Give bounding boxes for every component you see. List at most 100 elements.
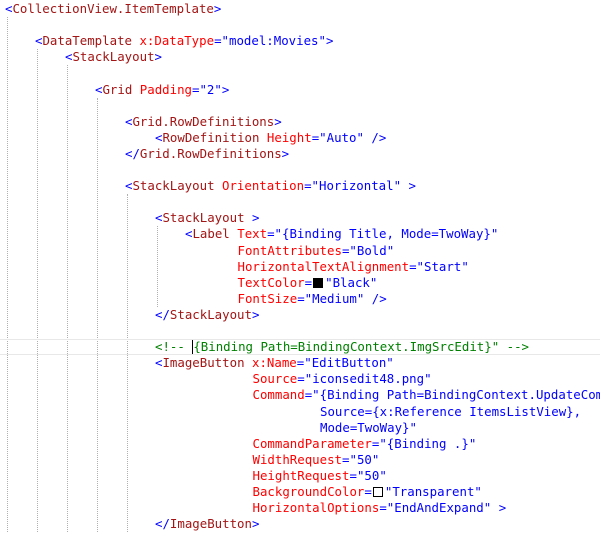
code-token-attribute: Padding — [139, 81, 192, 97]
code-token-attribute: x:DataType — [139, 33, 215, 49]
color-swatch — [372, 487, 383, 497]
code-line-current[interactable]: <!-- {Binding Path=BindingContext.ImgSrc… — [0, 339, 600, 356]
code-token-punct: > — [154, 49, 162, 65]
code-token-attribute: TextColor — [237, 274, 305, 290]
code-line[interactable]: <StackLayout > — [0, 210, 259, 226]
code-token-punct: </ — [125, 145, 140, 161]
code-line[interactable]: </Grid.RowDefinitions> — [0, 146, 289, 162]
code-token-attribute: x:Name — [252, 355, 297, 371]
code-line[interactable]: HorizontalOptions="EndAndExpand" > — [0, 500, 507, 516]
code-token-element: ImageButton — [162, 355, 245, 371]
code-token-element: Grid.RowDefinitions — [132, 113, 275, 129]
code-token-punct: > — [213, 1, 222, 16]
code-token-value: Medium — [312, 290, 357, 306]
code-token-element: Grid.RowDefinitions — [139, 145, 282, 161]
code-token-punct: > — [281, 145, 290, 161]
code-token-punct: > — [244, 210, 260, 226]
code-token-punct: " — [424, 371, 432, 387]
code-line[interactable]: HeightRequest="50" — [0, 468, 387, 484]
code-token-value: model:Movies — [229, 33, 319, 49]
code-token-punct: " — [386, 355, 394, 371]
code-token-attribute: Source — [252, 371, 298, 387]
code-token-punct: " — [409, 419, 417, 435]
code-line[interactable]: WidthRequest="50" — [0, 451, 380, 468]
code-token-value: 50 — [364, 467, 380, 483]
code-line[interactable]: </StackLayout> — [0, 307, 259, 323]
code-token-value: EditButton — [311, 355, 387, 371]
code-line[interactable]: TextColor= "Black" — [0, 274, 378, 291]
code-editor[interactable]: <CollectionView.ItemTemplate> <DataTempla… — [0, 0, 600, 534]
code-line[interactable]: <Grid.RowDefinitions> — [0, 114, 282, 130]
code-token-element: DataTemplate — [42, 33, 132, 49]
code-token-punct: " — [371, 451, 380, 467]
code-token-attribute: FontSize — [237, 290, 298, 306]
code-line[interactable]: <ImageButton x:Name="EditButton" — [0, 355, 394, 371]
code-token-value: Bold — [356, 242, 387, 258]
code-token-punct: =" — [341, 242, 357, 258]
code-line[interactable] — [0, 17, 5, 33]
code-token-punct: " /> — [356, 290, 387, 306]
code-token-punct: =" — [349, 467, 365, 483]
code-token-punct: " — [468, 435, 477, 451]
code-token-punct: =" — [342, 451, 357, 467]
code-line[interactable] — [0, 194, 5, 210]
code-line[interactable]: <StackLayout> — [0, 49, 162, 65]
code-token-attribute: HorizontalOptions — [252, 500, 380, 516]
code-token-punct: > — [251, 306, 260, 322]
code-token-value: {Binding .} — [386, 435, 469, 451]
code-token-punct: =" — [267, 226, 283, 242]
code-token-element: ImageButton — [169, 516, 252, 532]
code-token-punct: =" — [304, 387, 320, 403]
code-line[interactable]: <Label Text="{Binding Title, Mode=TwoWay… — [0, 226, 498, 242]
code-token-element: StackLayout — [132, 178, 215, 194]
code-token-element: StackLayout — [162, 210, 245, 226]
code-token-punct: " — [386, 242, 395, 258]
code-token-value: Start — [424, 258, 462, 274]
code-line[interactable]: BackgroundColor= "Transparent" — [0, 484, 482, 500]
code-line[interactable]: Source={x:Reference ItemsListView}, — [0, 404, 581, 420]
code-line[interactable]: Source="iconsedit48.png" — [0, 371, 432, 387]
code-line[interactable]: FontSize="Medium" /> — [0, 291, 387, 307]
code-token-value: Black — [332, 274, 370, 290]
code-token-punct: =" — [409, 258, 424, 274]
code-line[interactable]: Command="{Binding Path=BindingContext.Up… — [0, 387, 600, 403]
code-token-punct: =" — [214, 33, 229, 49]
code-token-element: CollectionView.ItemTemplate — [12, 1, 214, 16]
code-line[interactable]: <StackLayout Orientation="Horizontal" > — [0, 178, 416, 194]
code-token-punct: =" — [297, 371, 313, 387]
code-token-punct: " — [461, 258, 469, 274]
code-line[interactable]: CommandParameter="{Binding .}" — [0, 435, 477, 452]
code-token-punct: =" — [311, 129, 327, 145]
code-line[interactable] — [0, 323, 5, 339]
code-token-attribute: Orientation — [222, 178, 305, 194]
code-token-value: EndAndExpand — [394, 500, 484, 516]
code-line[interactable]: Mode=TwoWay}" — [0, 420, 417, 436]
code-token-value: 50 — [356, 451, 372, 467]
code-token-attribute: Command — [252, 387, 305, 403]
code-line[interactable]: <CollectionView.ItemTemplate> — [0, 1, 221, 17]
code-line[interactable] — [0, 65, 5, 81]
code-token-punct: =" — [192, 81, 207, 97]
code-token-punct: =" — [297, 290, 313, 306]
code-token-value: Source={x:Reference ItemsListView}, — [320, 403, 582, 419]
code-token-punct: " > — [483, 500, 507, 516]
code-token-punct: " > — [393, 178, 416, 194]
code-token-punct: " — [369, 274, 378, 290]
code-token-punct: =" — [379, 500, 395, 516]
code-line[interactable] — [0, 162, 5, 178]
code-line[interactable] — [0, 98, 5, 114]
code-token-value: Transparent — [392, 484, 475, 499]
code-token-punct: </ — [155, 306, 170, 322]
code-line[interactable]: <RowDefinition Height="Auto" /> — [0, 130, 386, 146]
code-line[interactable]: HorizontalTextAlignment="Start" — [0, 259, 469, 275]
code-line[interactable]: <DataTemplate x:DataType="model:Movies"> — [0, 33, 333, 49]
code-token-attribute: BackgroundColor — [252, 484, 365, 499]
code-line[interactable]: </ImageButton> — [0, 516, 259, 532]
code-token-attribute: HeightRequest — [252, 467, 350, 483]
code-line[interactable]: <Grid Padding="2"> — [0, 82, 229, 98]
code-token-value: {Binding Title, Mode=TwoWay} — [282, 226, 491, 242]
code-token-value: Mode=TwoWay} — [320, 419, 410, 435]
code-token-value: {Binding Path=BindingContext.UpdateComma… — [319, 387, 600, 403]
code-line[interactable]: FontAttributes="Bold" — [0, 242, 395, 259]
